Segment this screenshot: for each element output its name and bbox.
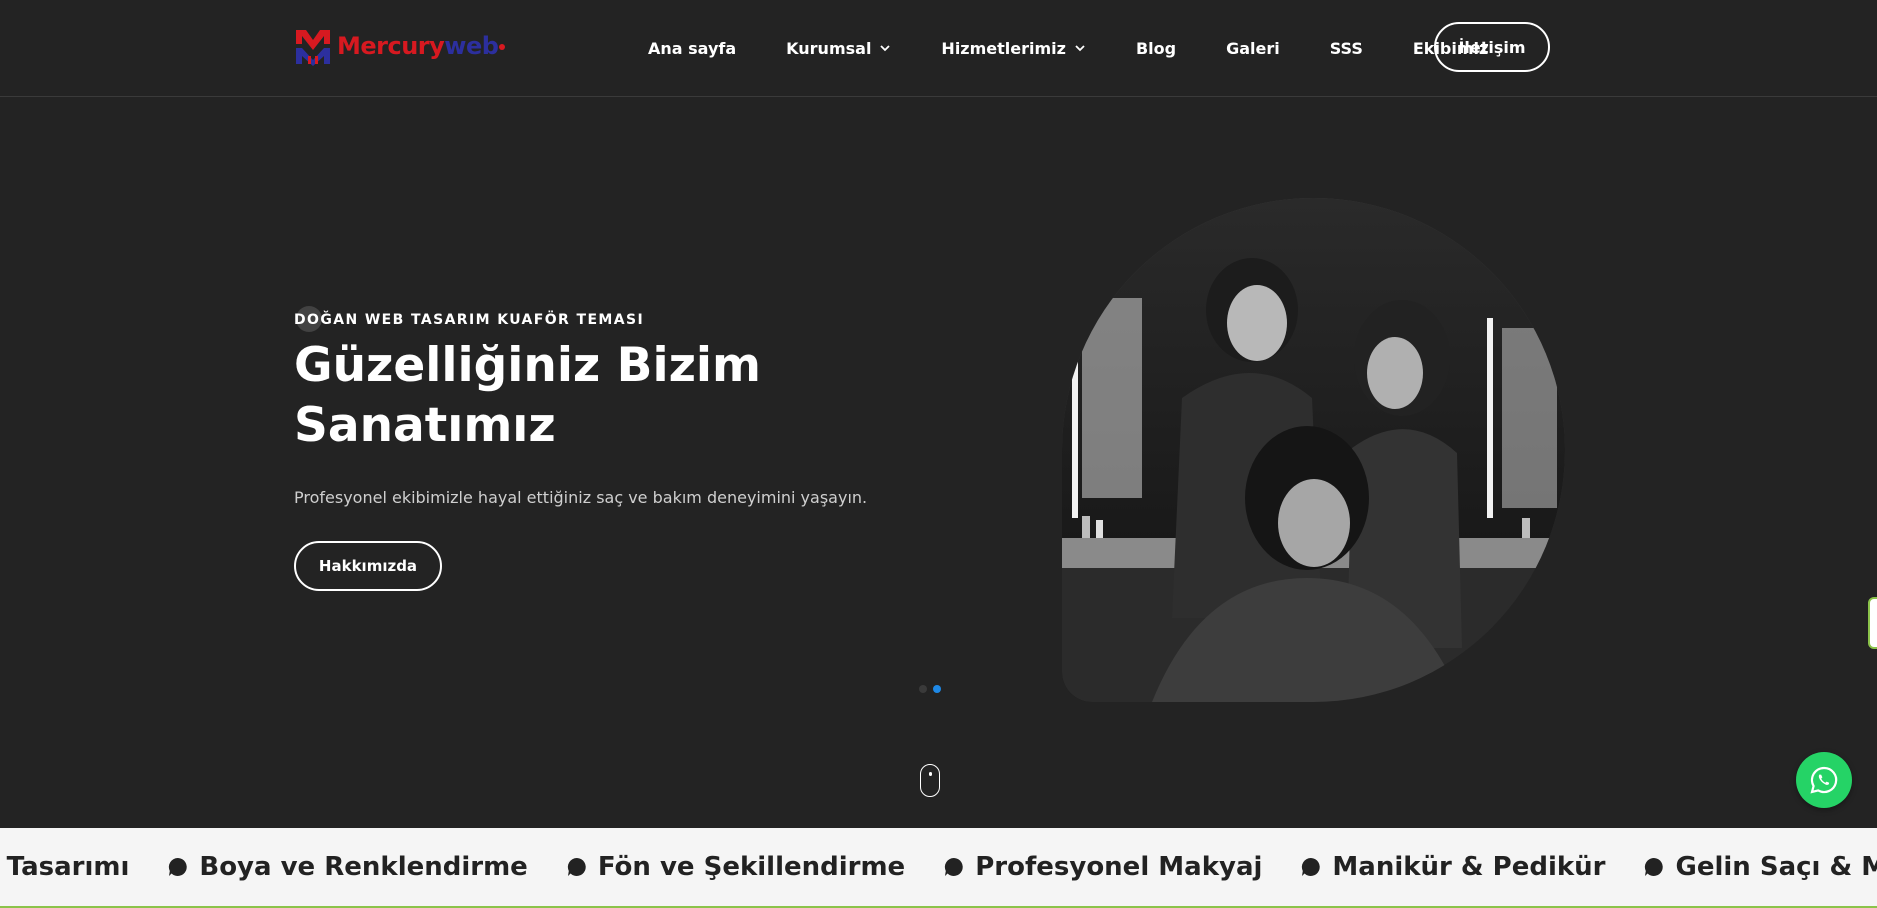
marquee-item-label: Fön ve Şekillendirme xyxy=(597,852,906,882)
mouse-scroll-icon xyxy=(929,772,932,776)
nav-item-ana-sayfa[interactable]: Ana sayfa xyxy=(648,39,736,58)
slider-pagination xyxy=(919,685,947,693)
marquee-item: e Tasarımı xyxy=(0,852,129,882)
slider-dot[interactable] xyxy=(933,685,941,693)
marquee-item: Manikür & Pedikür xyxy=(1300,852,1605,882)
chevron-down-icon xyxy=(1075,45,1085,52)
marquee-track: e Tasarımı Boya ve Renklendirme Fön ve Şek… xyxy=(0,828,1877,906)
marquee-item-label: Profesyonel Makyaj xyxy=(975,852,1263,882)
marquee-item-label: Manikür & Pedikür xyxy=(1332,852,1606,882)
hero-title-line-2: Sanatımız xyxy=(294,398,556,453)
speech-bubble-icon xyxy=(567,857,586,876)
nav-item-galeri[interactable]: Galeri xyxy=(1226,39,1280,58)
nav-item-label: Hizmetlerimiz xyxy=(941,38,1066,58)
speech-bubble-icon xyxy=(169,857,188,876)
nav-item-sss[interactable]: SSS xyxy=(1330,39,1363,58)
about-button[interactable]: Hakkımızda xyxy=(294,541,442,591)
logo-mark-icon xyxy=(296,30,330,66)
site-header: Mercuryweb Ana sayfa Kurumsal Hizmetlerimi… xyxy=(0,0,1877,97)
nav-item-label: SSS xyxy=(1329,38,1363,58)
speech-bubble-icon xyxy=(1302,857,1321,876)
nav-item-label: Galeri xyxy=(1226,38,1280,58)
salon-photo-icon xyxy=(1062,198,1565,702)
side-panel-tab[interactable] xyxy=(1868,597,1877,649)
speech-bubble-icon xyxy=(1645,857,1664,876)
nav-item-label: Blog xyxy=(1135,38,1177,58)
slider-dot[interactable] xyxy=(919,685,927,693)
nav-item-label: Kurumsal xyxy=(786,38,872,58)
hero-salon-image xyxy=(1062,198,1565,702)
nav-item-blog[interactable]: Blog xyxy=(1136,39,1176,58)
marquee-item: Gelin Saçı & Makyajı xyxy=(1643,852,1877,882)
whatsapp-button[interactable] xyxy=(1796,752,1852,808)
marquee-item: Fön ve Şekillendirme xyxy=(566,852,905,882)
marquee-item: Boya ve Renklendirme xyxy=(167,852,528,882)
marquee-item: Profesyonel Makyaj xyxy=(943,852,1262,882)
marquee-item-label: Gelin Saçı & Makyajı xyxy=(1675,852,1877,882)
contact-button[interactable]: İletişim xyxy=(1434,22,1550,72)
nav-item-label: Ana sayfa xyxy=(648,38,737,58)
speech-bubble-icon xyxy=(945,857,963,876)
whatsapp-icon xyxy=(1810,766,1838,794)
hero-description: Profesyonel ekibimizle hayal ettiğiniz s… xyxy=(294,488,868,507)
site-logo[interactable]: Mercuryweb xyxy=(294,26,506,66)
marquee-item-label: Boya ve Renklendirme xyxy=(199,852,528,882)
logo-text: Mercuryweb xyxy=(337,34,506,58)
scroll-down-indicator[interactable] xyxy=(920,764,940,797)
chevron-down-icon xyxy=(880,45,891,52)
main-nav: Ana sayfa Kurumsal Hizmetlerimiz Blog Galeri… xyxy=(648,0,1538,96)
marquee-item-label: e Tasarımı xyxy=(0,852,130,882)
nav-item-hizmetlerimiz[interactable]: Hizmetlerimiz xyxy=(941,39,1086,58)
hero-title: Güzelliğiniz Bizim Sanatımız xyxy=(294,336,854,456)
hero-title-line-1: Güzelliğiniz Bizim xyxy=(294,338,762,393)
hero-section xyxy=(0,97,1877,828)
hero-eyebrow: DOĞAN WEB TASARIM KUAFÖR TEMASI xyxy=(294,312,645,328)
nav-item-kurumsal[interactable]: Kurumsal xyxy=(786,39,891,58)
services-marquee: e Tasarımı Boya ve Renklendirme Fön ve Şek… xyxy=(0,828,1877,908)
